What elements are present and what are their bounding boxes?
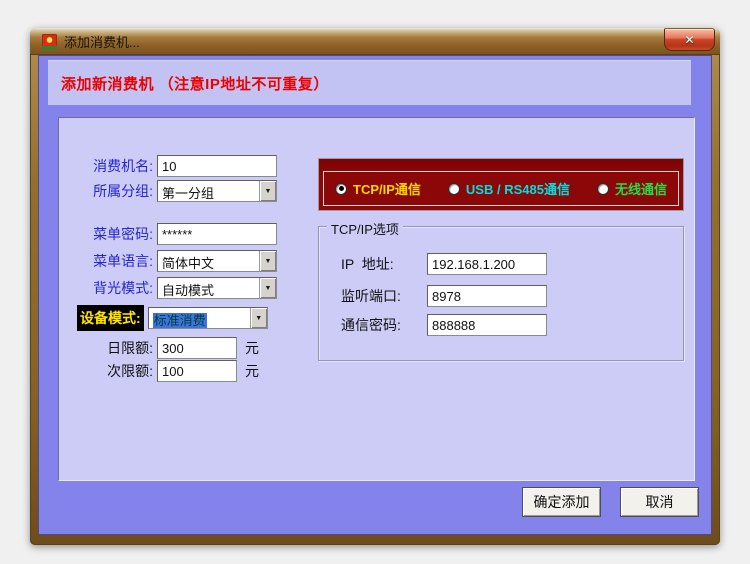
chevron-down-icon[interactable]: ▼	[259, 181, 276, 201]
backlight-mode-select[interactable]: 自动模式 ▼	[157, 277, 277, 299]
radio-unselected-icon[interactable]	[448, 183, 460, 195]
window-title: 添加消费机...	[64, 32, 140, 51]
field-row-listen-port: 监听端口:	[341, 285, 547, 307]
daily-limit-label: 日限额:	[77, 338, 153, 358]
header-band: 添加新消费机 （注意IP地址不可重复）	[48, 60, 691, 105]
menu-language-label: 菜单语言:	[77, 251, 153, 271]
radio-selected-icon[interactable]	[335, 183, 347, 195]
backlight-mode-value: 自动模式	[158, 278, 259, 298]
field-row-device-mode: 设备模式: 标准消费 ▼	[77, 307, 268, 329]
field-row-machine-name: 消费机名:	[77, 155, 277, 177]
comm-type-panel: TCP/IP通信 USB / RS485通信 无线通信	[318, 158, 684, 211]
dialog-heading: 添加新消费机 （注意IP地址不可重复）	[48, 60, 691, 94]
radio-tcpip[interactable]: TCP/IP通信	[335, 179, 421, 198]
chevron-down-icon[interactable]: ▼	[259, 251, 276, 271]
tcpip-options-group: TCP/IP选项 IP 地址: 监听端口: 通信密码:	[318, 226, 684, 361]
field-row-menu-language: 菜单语言: 简体中文 ▼	[77, 250, 277, 272]
field-row-per-use-limit: 次限额: 元	[77, 360, 259, 382]
device-mode-value: 标准消费	[153, 313, 207, 328]
app-icon	[42, 34, 57, 49]
radio-tcpip-label: TCP/IP通信	[353, 179, 421, 198]
confirm-add-button[interactable]: 确定添加	[522, 487, 601, 517]
chevron-down-icon[interactable]: ▼	[259, 278, 276, 298]
menu-language-select[interactable]: 简体中文 ▼	[157, 250, 277, 272]
group-label: 所属分组:	[77, 181, 153, 201]
field-row-group: 所属分组: 第一分组 ▼	[77, 180, 277, 202]
group-select[interactable]: 第一分组 ▼	[157, 180, 277, 202]
radio-usb-rs485[interactable]: USB / RS485通信	[448, 179, 570, 198]
radio-wireless[interactable]: 无线通信	[597, 179, 667, 198]
form-panel: 消费机名: 所属分组: 第一分组 ▼ 菜单密码: 菜单语言: 简体中文 ▼	[58, 117, 695, 481]
ip-address-label: IP 地址:	[341, 254, 427, 274]
per-use-limit-label: 次限额:	[77, 361, 153, 381]
close-button[interactable]: ✕	[664, 28, 715, 51]
machine-name-input[interactable]	[157, 155, 277, 177]
tcpip-group-legend: TCP/IP选项	[327, 219, 403, 238]
daily-limit-unit: 元	[245, 338, 259, 358]
daily-limit-input[interactable]	[157, 337, 237, 359]
comm-type-options: TCP/IP通信 USB / RS485通信 无线通信	[323, 171, 679, 206]
field-row-backlight-mode: 背光模式: 自动模式 ▼	[77, 277, 277, 299]
comm-password-input[interactable]	[427, 314, 547, 336]
radio-wireless-label: 无线通信	[615, 179, 667, 198]
backlight-mode-label: 背光模式:	[77, 278, 153, 298]
field-row-comm-password: 通信密码:	[341, 314, 547, 336]
field-row-menu-password: 菜单密码:	[77, 223, 277, 245]
device-mode-select[interactable]: 标准消费 ▼	[148, 307, 268, 329]
radio-unselected-icon[interactable]	[597, 183, 609, 195]
menu-language-value: 简体中文	[158, 251, 259, 271]
dialog-window: 添加消费机... ✕ 添加新消费机 （注意IP地址不可重复） 消费机名: 所属分…	[30, 28, 720, 545]
machine-name-label: 消费机名:	[77, 156, 153, 176]
radio-usb-rs485-label: USB / RS485通信	[466, 179, 570, 198]
ip-address-input[interactable]	[427, 253, 547, 275]
field-row-daily-limit: 日限额: 元	[77, 337, 259, 359]
menu-password-input[interactable]	[157, 223, 277, 245]
chevron-down-icon[interactable]: ▼	[250, 308, 267, 328]
per-use-limit-unit: 元	[245, 361, 259, 381]
cancel-button[interactable]: 取消	[620, 487, 699, 517]
group-select-value: 第一分组	[158, 181, 259, 201]
comm-password-label: 通信密码:	[341, 315, 427, 335]
title-bar[interactable]: 添加消费机... ✕	[30, 28, 720, 55]
dialog-client-area: 添加新消费机 （注意IP地址不可重复） 消费机名: 所属分组: 第一分组 ▼ 菜…	[38, 55, 712, 535]
close-icon: ✕	[684, 33, 694, 47]
per-use-limit-input[interactable]	[157, 360, 237, 382]
listen-port-label: 监听端口:	[341, 286, 427, 306]
listen-port-input[interactable]	[427, 285, 547, 307]
menu-password-label: 菜单密码:	[77, 224, 153, 244]
device-mode-label: 设备模式:	[77, 305, 144, 331]
field-row-ip-address: IP 地址:	[341, 253, 547, 275]
